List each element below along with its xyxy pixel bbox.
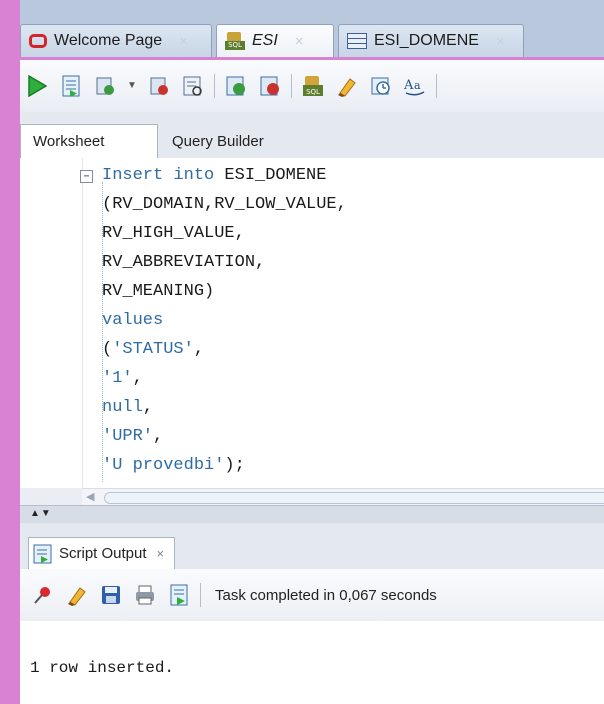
- scrollbar-thumb[interactable]: [104, 492, 604, 504]
- tab-label: ESI: [252, 32, 278, 49]
- tab-welcome-page[interactable]: Welcome Page ×: [20, 24, 212, 57]
- code-line-10: 'UPR',: [102, 427, 164, 446]
- code-line-9: null,: [102, 398, 154, 417]
- toolbar-separator: [214, 74, 215, 98]
- dropdown-icon[interactable]: ▼: [126, 73, 138, 99]
- window-frame-edge: [0, 0, 20, 704]
- output-toolbar: Task completed in 0,067 seconds: [20, 569, 604, 622]
- tab-label: Worksheet: [33, 133, 105, 150]
- history-icon[interactable]: [368, 73, 394, 99]
- script-output-icon: [33, 544, 53, 564]
- worksheet-toolbar: ▼ SQL Aa: [20, 57, 604, 112]
- code-line-8: '1',: [102, 369, 143, 388]
- explain-plan-icon[interactable]: [180, 73, 206, 99]
- scroll-left-icon[interactable]: ◀: [86, 490, 94, 503]
- tab-label: Script Output: [59, 545, 147, 562]
- code-line-4: RV_ABBREVIATION,: [102, 253, 266, 272]
- clear-icon[interactable]: [64, 582, 90, 608]
- tab-esi[interactable]: SQL ESI ×: [216, 24, 334, 57]
- print-icon[interactable]: [132, 582, 158, 608]
- run-script-icon[interactable]: [166, 582, 192, 608]
- close-icon[interactable]: ×: [179, 33, 188, 50]
- tab-label: ESI_DOMENE: [374, 32, 479, 49]
- svg-text:A: A: [403, 78, 414, 93]
- script-output-area[interactable]: 1 row inserted.: [20, 621, 604, 704]
- tab-worksheet[interactable]: Worksheet: [20, 124, 158, 158]
- clear-icon[interactable]: [334, 73, 360, 99]
- panel-splitter[interactable]: ▲▼: [20, 505, 604, 525]
- code-line-3: RV_HIGH_VALUE,: [102, 224, 245, 243]
- tab-esi-domene[interactable]: ESI_DOMENE ×: [338, 24, 524, 57]
- fold-toggle-icon[interactable]: −: [80, 170, 93, 183]
- run-script-icon[interactable]: [58, 73, 84, 99]
- toolbar-separator: [200, 583, 201, 607]
- sql-tuning-icon[interactable]: [257, 73, 283, 99]
- output-line: 1 row inserted.: [30, 659, 175, 677]
- run-icon[interactable]: [24, 73, 50, 99]
- oracle-icon: [29, 34, 47, 48]
- toolbar-separator: [436, 74, 437, 98]
- commit-icon[interactable]: [92, 73, 118, 99]
- editor-horizontal-scrollbar[interactable]: ◀: [82, 488, 604, 505]
- tab-label: Welcome Page: [54, 32, 163, 49]
- task-status-text: Task completed in 0,067 seconds: [215, 586, 437, 604]
- output-panel-tab-bar: Script Output ×: [20, 523, 604, 570]
- close-icon[interactable]: ×: [295, 33, 304, 50]
- autotrace-icon[interactable]: [223, 73, 249, 99]
- code-line-11: 'U provedbi');: [102, 456, 245, 475]
- tab-script-output[interactable]: Script Output ×: [28, 537, 176, 569]
- save-icon[interactable]: [98, 582, 124, 608]
- code-line-1: Insert into ESI_DOMENE: [102, 166, 327, 185]
- editor-gutter: [20, 158, 83, 488]
- code-line-7: ('STATUS',: [102, 340, 205, 359]
- table-icon: [347, 33, 367, 49]
- tab-query-builder[interactable]: Query Builder: [160, 124, 276, 158]
- close-icon[interactable]: ×: [157, 546, 165, 561]
- worksheet-subtab-bar: Worksheet Query Builder: [20, 112, 604, 159]
- sql-worksheet-icon: SQL: [225, 32, 245, 50]
- document-tab-bar: Welcome Page × SQL ESI × ESI_DOMENE ×: [20, 0, 604, 57]
- rollback-icon[interactable]: [146, 73, 172, 99]
- code-line-5: RV_MEANING): [102, 282, 215, 301]
- sql-editor[interactable]: − Insert into ESI_DOMENE (RV_DOMAIN,RV_L…: [20, 158, 604, 488]
- tab-label: Query Builder: [172, 132, 264, 150]
- format-icon[interactable]: Aa: [402, 73, 428, 99]
- code-line-2: (RV_DOMAIN,RV_LOW_VALUE,: [102, 195, 347, 214]
- toolbar-separator: [291, 74, 292, 98]
- svg-text:SQL: SQL: [306, 88, 320, 96]
- sql-developer-window: Welcome Page × SQL ESI × ESI_DOMENE × ▼: [20, 0, 604, 704]
- svg-text:a: a: [414, 79, 421, 92]
- sql-worksheet-icon[interactable]: SQL: [300, 73, 326, 99]
- code-line-6: values: [102, 311, 164, 330]
- close-icon[interactable]: ×: [496, 33, 505, 50]
- collapse-expand-icon[interactable]: ▲▼: [30, 508, 52, 519]
- pin-icon[interactable]: [30, 582, 56, 608]
